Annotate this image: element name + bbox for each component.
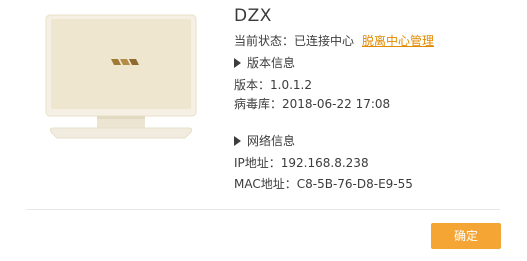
triangle-right-icon xyxy=(234,136,241,146)
mac-label: MAC地址： xyxy=(234,177,297,191)
ip-value: 192.168.8.238 xyxy=(280,156,369,170)
version-value: 1.0.1.2 xyxy=(270,78,312,92)
virus-db-row: 病毒库：2018-06-22 17:08 xyxy=(234,96,390,112)
network-section-title: 网络信息 xyxy=(247,134,296,148)
confirm-button[interactable]: 确定 xyxy=(431,223,501,249)
brand-logo-icon xyxy=(111,59,139,65)
status-row: 当前状态：已连接中心 脱离中心管理 xyxy=(234,33,434,49)
mac-value: C8-5B-76-D8-E9-55 xyxy=(296,177,413,191)
network-section-toggle[interactable]: 网络信息 xyxy=(234,133,295,149)
mac-row: MAC地址：C8-5B-76-D8-E9-55 xyxy=(234,176,413,192)
device-name: DZX xyxy=(234,6,272,26)
ip-row: IP地址：192.168.8.238 xyxy=(234,155,369,171)
virus-db-label: 病毒库： xyxy=(234,97,283,111)
version-row: 版本：1.0.1.2 xyxy=(234,77,312,93)
status-label: 当前状态： xyxy=(234,34,295,48)
version-label: 版本： xyxy=(234,78,271,92)
monitor-illustration-icon xyxy=(45,14,197,140)
status-value: 已连接中心 xyxy=(294,34,355,48)
triangle-right-icon xyxy=(234,58,241,68)
version-section-title: 版本信息 xyxy=(247,56,296,70)
leave-center-management-link[interactable]: 脱离中心管理 xyxy=(362,34,434,48)
virus-db-value: 2018-06-22 17:08 xyxy=(282,97,391,111)
ip-label: IP地址： xyxy=(234,156,281,170)
version-section-toggle[interactable]: 版本信息 xyxy=(234,55,295,71)
footer-divider xyxy=(26,209,500,210)
device-info-dialog: DZX 当前状态：已连接中心 脱离中心管理 版本信息 版本：1.0.1.2 病毒库… xyxy=(0,0,527,261)
